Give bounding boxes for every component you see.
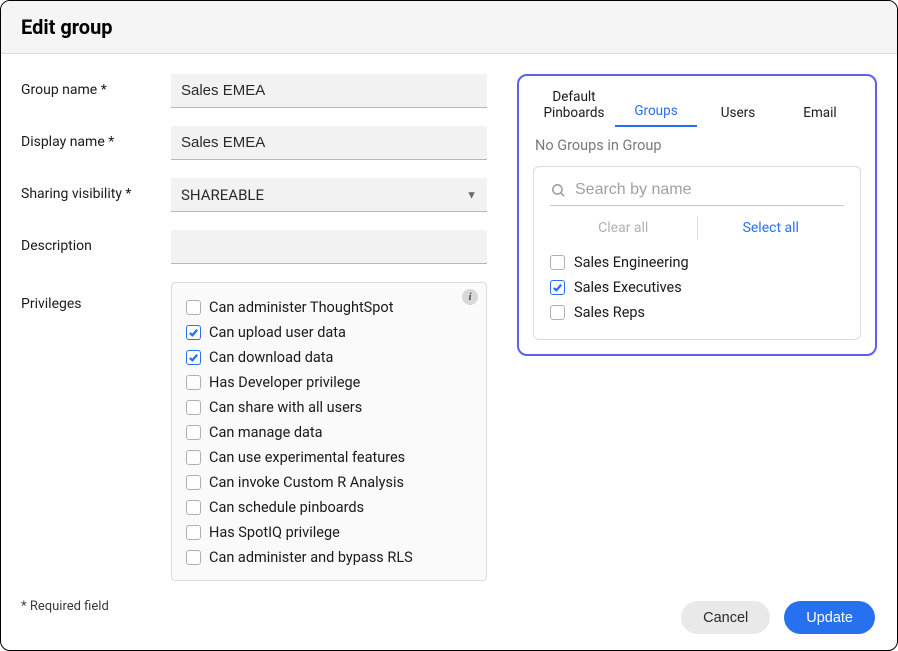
checkbox[interactable] — [186, 375, 201, 390]
checkbox[interactable] — [550, 280, 565, 295]
cancel-button[interactable]: Cancel — [681, 601, 770, 634]
tab-groups[interactable]: Groups — [615, 100, 697, 128]
display-name-label: Display name * — [21, 126, 171, 150]
privilege-row: Can administer ThoughtSpot — [186, 295, 472, 320]
description-input[interactable] — [171, 230, 487, 264]
privilege-row: Can download data — [186, 345, 472, 370]
checkbox[interactable] — [186, 475, 201, 490]
modal-body: Group name * Display name * Sharing visi… — [1, 54, 897, 624]
update-button[interactable]: Update — [784, 601, 875, 634]
info-icon[interactable]: i — [462, 289, 478, 305]
display-name-input[interactable] — [171, 126, 487, 160]
checkbox[interactable] — [550, 255, 565, 270]
checkbox[interactable] — [550, 305, 565, 320]
privilege-label: Can administer ThoughtSpot — [209, 299, 393, 316]
sharing-visibility-label: Sharing visibility * — [21, 178, 171, 202]
required-field-note: * Required field — [21, 599, 487, 614]
group-name-label: Group name * — [21, 74, 171, 98]
privileges-box: i Can administer ThoughtSpot Can upload u… — [171, 282, 487, 581]
membership-column: Default Pinboards Groups Users Email No … — [517, 74, 877, 614]
privilege-label: Can manage data — [209, 424, 323, 441]
privilege-label: Can use experimental features — [209, 449, 405, 466]
form-column: Group name * Display name * Sharing visi… — [21, 74, 487, 614]
privilege-label: Has SpotIQ privilege — [209, 524, 340, 541]
sharing-visibility-value: SHAREABLE — [181, 186, 264, 204]
tabs: Default Pinboards Groups Users Email — [533, 86, 861, 127]
checkbox[interactable] — [186, 525, 201, 540]
checkbox[interactable] — [186, 550, 201, 565]
clear-all-button[interactable]: Clear all — [550, 216, 698, 240]
checkbox[interactable] — [186, 325, 201, 340]
modal-header: Edit group — [1, 1, 897, 54]
groups-empty-msg: No Groups in Group — [533, 137, 861, 154]
group-name-input[interactable] — [171, 74, 487, 108]
sharing-visibility-select[interactable]: SHAREABLE — [171, 178, 487, 212]
select-all-button[interactable]: Select all — [698, 216, 845, 240]
privilege-row: Has Developer privilege — [186, 370, 472, 395]
checkbox[interactable] — [186, 500, 201, 515]
privilege-label: Has Developer privilege — [209, 374, 360, 391]
group-item-label: Sales Executives — [574, 279, 682, 296]
group-item-label: Sales Reps — [574, 304, 645, 321]
page-title: Edit group — [21, 15, 877, 39]
search-icon — [550, 182, 567, 199]
privilege-label: Can schedule pinboards — [209, 499, 364, 516]
groups-search-card: Clear all Select all Sales Engineering Sa… — [533, 166, 861, 340]
privilege-row: Can manage data — [186, 420, 472, 445]
privilege-row: Can upload user data — [186, 320, 472, 345]
group-item: Sales Reps — [550, 300, 844, 325]
privilege-row: Has SpotIQ privilege — [186, 520, 472, 545]
groups-search-input[interactable] — [575, 181, 844, 199]
tab-default-pinboards[interactable]: Default Pinboards — [533, 86, 615, 127]
modal-footer: Cancel Update — [681, 601, 875, 634]
checkbox[interactable] — [186, 425, 201, 440]
privileges-label: Privileges — [21, 282, 171, 312]
checkbox[interactable] — [186, 350, 201, 365]
tab-users[interactable]: Users — [697, 102, 779, 128]
privilege-label: Can download data — [209, 349, 333, 366]
privilege-row: Can administer and bypass RLS — [186, 545, 472, 570]
privilege-label: Can invoke Custom R Analysis — [209, 474, 404, 491]
privilege-label: Can share with all users — [209, 399, 362, 416]
edit-group-modal: Edit group Group name * Display name * S… — [0, 0, 898, 651]
tab-email[interactable]: Email — [779, 102, 861, 128]
privilege-label: Can administer and bypass RLS — [209, 549, 413, 566]
checkbox[interactable] — [186, 300, 201, 315]
group-item: Sales Engineering — [550, 250, 844, 275]
privilege-row: Can share with all users — [186, 395, 472, 420]
privilege-row: Can schedule pinboards — [186, 495, 472, 520]
chevron-down-icon: ▼ — [466, 189, 477, 202]
description-label: Description — [21, 230, 171, 254]
checkbox[interactable] — [186, 400, 201, 415]
privilege-row: Can use experimental features — [186, 445, 472, 470]
membership-panel: Default Pinboards Groups Users Email No … — [517, 74, 877, 356]
privilege-row: Can invoke Custom R Analysis — [186, 470, 472, 495]
checkbox[interactable] — [186, 450, 201, 465]
group-item: Sales Executives — [550, 275, 844, 300]
privilege-label: Can upload user data — [209, 324, 346, 341]
group-item-label: Sales Engineering — [574, 254, 689, 271]
